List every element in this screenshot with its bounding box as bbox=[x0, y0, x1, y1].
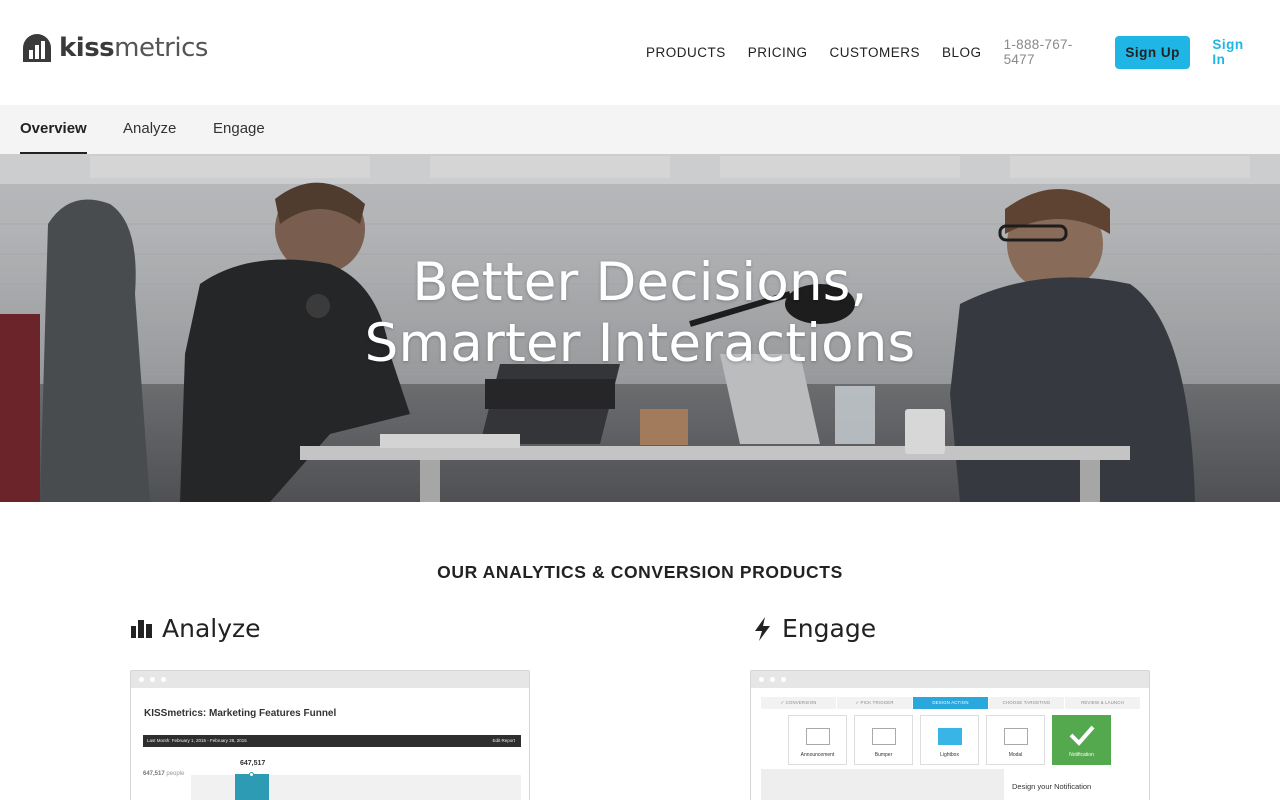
logo-wordmark-bold: kiss bbox=[59, 33, 115, 63]
step-design-action: DESIGN ACTION bbox=[913, 697, 989, 709]
tile-label: Announcement bbox=[800, 752, 835, 758]
nav-products[interactable]: PRODUCTS bbox=[646, 45, 726, 60]
step-pick-trigger: ✓ PICK TRIGGER bbox=[837, 697, 913, 709]
tile-label: Modal bbox=[1008, 752, 1023, 758]
design-panel: Design your Notification bbox=[1006, 769, 1149, 800]
funnel-marker bbox=[249, 772, 254, 777]
browser-dot bbox=[139, 677, 144, 682]
sign-up-button[interactable]: Sign Up bbox=[1115, 35, 1191, 69]
funnel-bar-step bbox=[235, 774, 269, 800]
tile-bumper: Bumper bbox=[854, 715, 913, 765]
modal-thumb-icon bbox=[1004, 728, 1028, 745]
lightbox-thumb-icon bbox=[938, 728, 962, 745]
analyze-screenshot-card[interactable]: KISSmetrics: Marketing Features Funnel L… bbox=[130, 670, 530, 800]
section-title: OUR ANALYTICS & CONVERSION PRODUCTS bbox=[437, 562, 843, 582]
hero-banner: Better Decisions, Smarter Interactions bbox=[0, 154, 1280, 502]
sign-in-link[interactable]: Sign In bbox=[1212, 37, 1258, 67]
tile-label: Lightbox bbox=[940, 752, 959, 758]
step-review-launch: REVIEW & LAUNCH bbox=[1065, 697, 1141, 709]
funnel-title: KISSmetrics: Marketing Features Funnel bbox=[144, 708, 337, 719]
browser-dot bbox=[161, 677, 166, 682]
tab-engage[interactable]: Engage bbox=[213, 105, 265, 154]
edit-report-link: Edit Report bbox=[492, 738, 515, 743]
funnel-people-count: 647,517 people bbox=[143, 771, 184, 777]
engage-title: Engage bbox=[782, 614, 877, 643]
logo[interactable]: kissmetrics bbox=[22, 33, 208, 63]
analyze-title: Analyze bbox=[162, 614, 261, 643]
step-choose-targeting: CHOOSE TARGETING bbox=[989, 697, 1065, 709]
action-tiles: Announcement Bumper Lightbox Modal Notif… bbox=[788, 715, 1118, 765]
nav-customers[interactable]: CUSTOMERS bbox=[830, 45, 921, 60]
engage-heading: Engage bbox=[753, 614, 876, 643]
engage-screenshot-card[interactable]: ✓ CONVERSION ✓ PICK TRIGGER DESIGN ACTIO… bbox=[750, 670, 1150, 800]
design-panel-title: Design your Notification bbox=[1012, 782, 1092, 791]
main-nav: PRODUCTS PRICING CUSTOMERS BLOG 1-888-76… bbox=[646, 35, 1280, 69]
browser-dot bbox=[770, 677, 775, 682]
announcement-thumb-icon bbox=[806, 728, 830, 745]
step-conversion: ✓ CONVERSION bbox=[761, 697, 837, 709]
site-header: kissmetrics PRODUCTS PRICING CUSTOMERS B… bbox=[0, 0, 1280, 105]
phone-number[interactable]: 1-888-767-5477 bbox=[1004, 37, 1098, 67]
people-label: people bbox=[166, 771, 185, 777]
tile-label: Notification bbox=[1069, 752, 1094, 758]
kissmetrics-logo-icon bbox=[23, 34, 51, 62]
tile-lightbox: Lightbox bbox=[920, 715, 979, 765]
browser-bar bbox=[751, 671, 1149, 688]
tile-modal: Modal bbox=[986, 715, 1045, 765]
tab-overview[interactable]: Overview bbox=[20, 105, 87, 154]
wizard-steps: ✓ CONVERSION ✓ PICK TRIGGER DESIGN ACTIO… bbox=[761, 697, 1141, 709]
tile-announcement: Announcement bbox=[788, 715, 847, 765]
tile-label: Bumper bbox=[874, 752, 893, 758]
bumper-thumb-icon bbox=[872, 728, 896, 745]
browser-bar bbox=[131, 671, 529, 688]
funnel-date-range: Last Month: February 1, 2015 - February … bbox=[147, 738, 247, 743]
funnel-date-bar: Last Month: February 1, 2015 - February … bbox=[143, 735, 521, 747]
preview-pane bbox=[761, 769, 1004, 800]
sub-navigation: Overview Analyze Engage bbox=[0, 105, 1280, 154]
funnel-top-value: 647,517 bbox=[240, 760, 266, 767]
logo-wordmark-light: metrics bbox=[114, 33, 208, 63]
tab-analyze[interactable]: Analyze bbox=[123, 105, 176, 154]
nav-pricing[interactable]: PRICING bbox=[748, 45, 808, 60]
logo-wordmark: kissmetrics bbox=[59, 33, 208, 63]
lightning-icon bbox=[755, 616, 770, 641]
tile-notification: Notification bbox=[1052, 715, 1111, 765]
bar-chart-icon bbox=[131, 619, 152, 638]
browser-dot bbox=[781, 677, 786, 682]
checkmark-icon bbox=[1069, 725, 1095, 746]
people-value: 647,517 bbox=[143, 771, 165, 777]
nav-blog[interactable]: BLOG bbox=[942, 45, 982, 60]
browser-dot bbox=[150, 677, 155, 682]
analyze-heading: Analyze bbox=[131, 614, 261, 643]
browser-dot bbox=[759, 677, 764, 682]
hero-title-line-2: Smarter Interactions bbox=[364, 313, 916, 374]
hero-title-line-1: Better Decisions, bbox=[412, 252, 868, 313]
hero-title: Better Decisions, Smarter Interactions bbox=[0, 252, 1280, 374]
